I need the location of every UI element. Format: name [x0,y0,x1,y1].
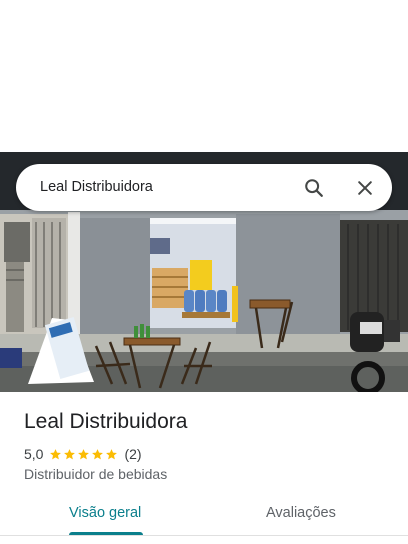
review-count[interactable]: (2) [124,446,141,462]
place-name: Leal Distribuidora [24,410,188,433]
search-icon[interactable] [298,172,330,204]
close-icon[interactable] [349,172,381,204]
search-bar[interactable]: Leal Distribuidora [16,164,392,211]
star-icon [50,448,62,459]
star-icon [64,448,76,459]
tab-reviews[interactable]: Avaliações [266,505,336,521]
star-icon [92,448,104,459]
tab-overview[interactable]: Visão geral [69,505,141,521]
search-input[interactable]: Leal Distribuidora [40,164,153,211]
star-icon [106,448,118,459]
star-rating [49,448,119,461]
star-icon [78,448,90,459]
place-category[interactable]: Distribuidor de bebidas [24,466,167,482]
rating-row[interactable]: 5,0 (2) [24,445,142,463]
tabs-divider [0,535,408,536]
rating-value: 5,0 [24,446,44,462]
